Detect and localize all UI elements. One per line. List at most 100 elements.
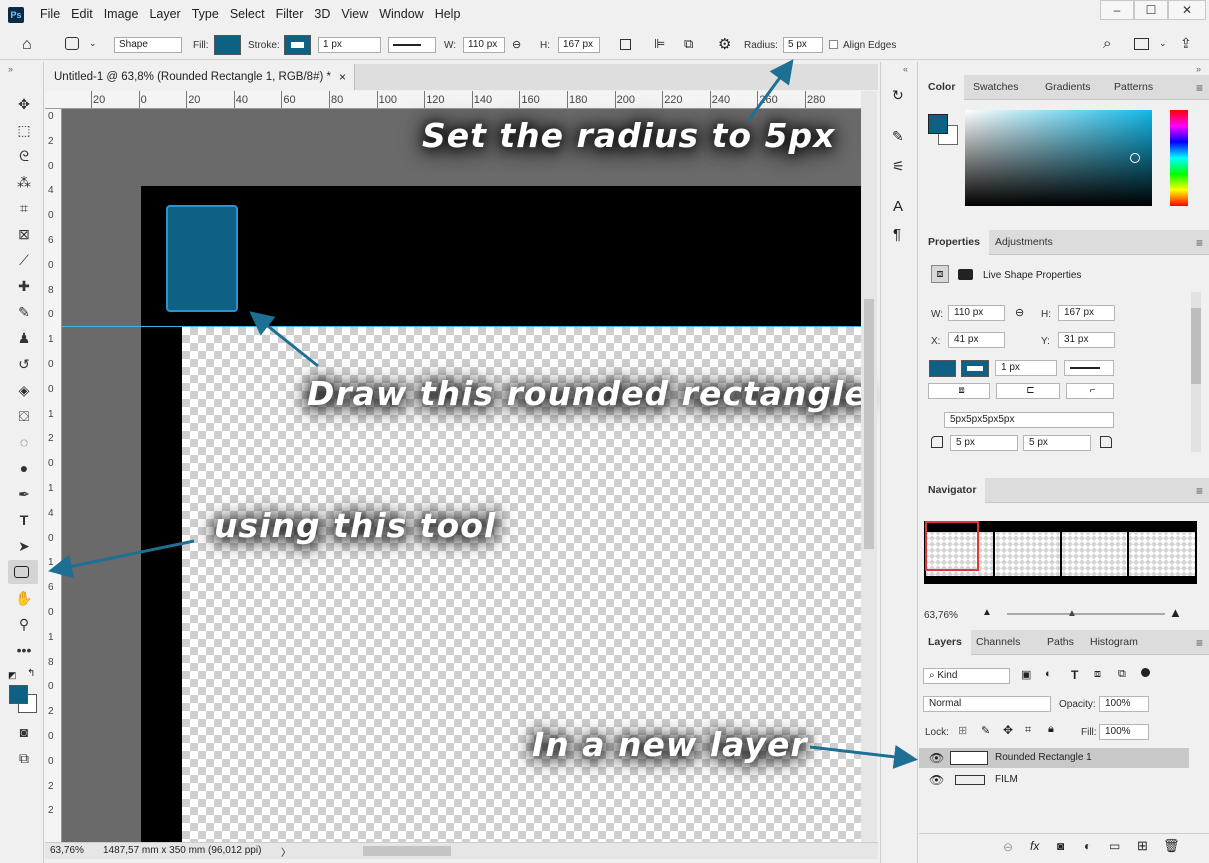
tab-histogram[interactable]: Histogram [1081,630,1147,655]
visibility-eye-icon[interactable]: 👁︎ [929,748,944,768]
collapse-chevron-icon[interactable]: « [903,64,908,74]
eyedropper-tool-icon[interactable]: ⟋ [14,250,34,270]
tool-mode-select[interactable]: Shape [114,37,182,53]
navigator-thumbnail[interactable] [924,521,1197,584]
prop-radius-tr-input[interactable]: 5 px [1023,435,1091,451]
foreground-color-swatch[interactable] [9,685,28,704]
visibility-eye-icon[interactable]: 👁︎ [929,770,944,790]
prop-stroke-width-input[interactable]: 1 px [995,360,1057,376]
zoom-readout[interactable]: 63,76% [50,845,84,856]
rounded-rectangle-tool-preset-icon[interactable] [65,37,79,50]
home-icon[interactable]: ⌂ [22,36,32,54]
layer-row-rounded-rectangle[interactable]: 👁︎ Rounded Rectangle 1 [919,748,1189,768]
close-window-button[interactable]: ✕ [1168,0,1206,20]
menu-help[interactable]: Help [435,7,461,21]
eraser-tool-icon[interactable]: ◈ [14,380,34,400]
lock-position-icon[interactable]: ✥ [1003,723,1013,737]
tab-paths[interactable]: Paths [1038,630,1083,655]
prop-stroke-corners-select[interactable]: ⌐ [1066,383,1114,399]
brush-tool-icon[interactable]: ✎ [14,302,34,322]
link-icon[interactable]: ⊖ [1015,306,1024,319]
width-input[interactable]: 110 px [463,37,505,53]
menu-window[interactable]: Window [379,7,423,21]
history-brush-tool-icon[interactable]: ↺ [14,354,34,374]
rounded-rectangle-shape[interactable] [166,205,238,312]
workspace-icon[interactable] [1134,38,1149,50]
quick-mask-icon[interactable]: ◙ [14,722,34,742]
lock-artboard-icon[interactable]: ⌗ [1025,724,1031,737]
navigator-zoom-slider[interactable]: ▲ [1007,608,1165,619]
type-tool-icon[interactable]: T [14,510,34,530]
tab-channels[interactable]: Channels [967,630,1029,655]
adjustments-icon[interactable]: ⚟ [892,158,905,175]
vertical-scrollbar[interactable] [861,91,877,842]
tab-adjustments[interactable]: Adjustments [986,230,1062,255]
prop-x-input[interactable]: 41 px [948,332,1005,348]
prop-stroke-align-select[interactable]: ⧈ [928,383,990,399]
lock-transparent-icon[interactable]: ⊞ [958,724,967,737]
collapse-chevron-icon[interactable]: » [1196,64,1201,74]
menu-view[interactable]: View [341,7,368,21]
prop-stroke-type-select[interactable] [1064,360,1114,376]
path-selection-tool-icon[interactable]: ➤ [14,536,34,556]
brush-settings-icon[interactable]: ✎ [892,128,904,145]
lasso-tool-icon[interactable]: ᘓ [14,146,34,166]
prop-width-input[interactable]: 110 px [948,305,1005,321]
default-colors-icon[interactable]: ◩ [8,670,17,681]
menu-type[interactable]: Type [192,7,219,21]
zoom-out-icon[interactable]: ▲ [982,607,992,618]
filter-pixel-icon[interactable]: ▣ [1021,668,1031,681]
healing-brush-tool-icon[interactable]: ✚ [14,276,34,296]
hand-tool-icon[interactable]: ✋ [14,588,34,608]
filter-type-icon[interactable]: T [1071,668,1078,682]
fill-swatch[interactable] [214,35,241,55]
crop-tool-icon[interactable]: ⌗ [14,198,34,218]
hue-slider[interactable] [1170,110,1188,206]
color-fg-swatch[interactable] [928,114,948,134]
filter-toggle-icon[interactable] [1141,668,1150,677]
new-layer-icon[interactable]: ⊞ [1137,838,1148,854]
menu-edit[interactable]: Edit [71,7,93,21]
navigator-view-box[interactable] [925,521,979,571]
prop-radius-tl-input[interactable]: 5 px [950,435,1018,451]
status-chevron-icon[interactable]: 〉 [281,844,291,859]
chevron-down-icon[interactable]: ⌄ [1159,38,1167,49]
dodge-tool-icon[interactable]: ● [14,458,34,478]
height-input[interactable]: 167 px [558,37,600,53]
tab-navigator[interactable]: Navigator [919,478,986,503]
panel-menu-icon[interactable]: ≡ [1196,636,1203,650]
prop-fill-swatch[interactable] [929,360,956,377]
tab-patterns[interactable]: Patterns [1105,75,1162,100]
maximize-button[interactable]: ☐ [1134,0,1168,20]
blend-mode-select[interactable]: Normal [923,696,1051,712]
lock-all-icon[interactable]: 🔒︎ [1048,723,1054,736]
screen-mode-icon[interactable]: ⧉ [14,748,34,768]
new-adjustment-icon[interactable]: ◐ [1084,839,1091,853]
radius-input[interactable]: 5 px [783,37,823,53]
add-mask-icon[interactable]: ◙ [1057,839,1064,853]
layer-filter-select[interactable]: ⌕ Kind [923,668,1010,684]
menu-3d[interactable]: 3D [314,7,330,21]
tab-color[interactable]: Color [919,75,965,100]
prop-height-input[interactable]: 167 px [1058,305,1115,321]
opacity-input[interactable]: 100% [1099,696,1149,712]
link-icon[interactable]: ⊖ [512,38,521,51]
lock-image-icon[interactable]: ✎ [981,724,990,737]
stroke-width-input[interactable]: 1 px [318,37,381,53]
prop-stroke-swatch[interactable] [961,360,989,377]
paint-bucket-tool-icon[interactable]: ⛋ [14,406,34,426]
menu-file[interactable]: File [40,7,60,21]
panel-menu-icon[interactable]: ≡ [1196,81,1203,95]
move-tool-icon[interactable]: ✥ [14,94,34,114]
tab-layers[interactable]: Layers [919,630,971,655]
rectangle-tool-button[interactable] [8,560,38,584]
path-arrangement-icon[interactable]: ⧉ [684,36,693,52]
marquee-tool-icon[interactable]: ⬚ [14,120,34,140]
panel-menu-icon[interactable]: ≡ [1196,484,1203,498]
tab-swatches[interactable]: Swatches [964,75,1028,100]
fx-icon[interactable]: fx [1030,839,1039,853]
collapse-chevron-icon[interactable]: » [8,64,13,74]
prop-stroke-caps-select[interactable]: ⊏ [996,383,1060,399]
document-tab[interactable]: Untitled-1 @ 63,8% (Rounded Rectangle 1,… [45,64,355,90]
tab-gradients[interactable]: Gradients [1036,75,1100,100]
